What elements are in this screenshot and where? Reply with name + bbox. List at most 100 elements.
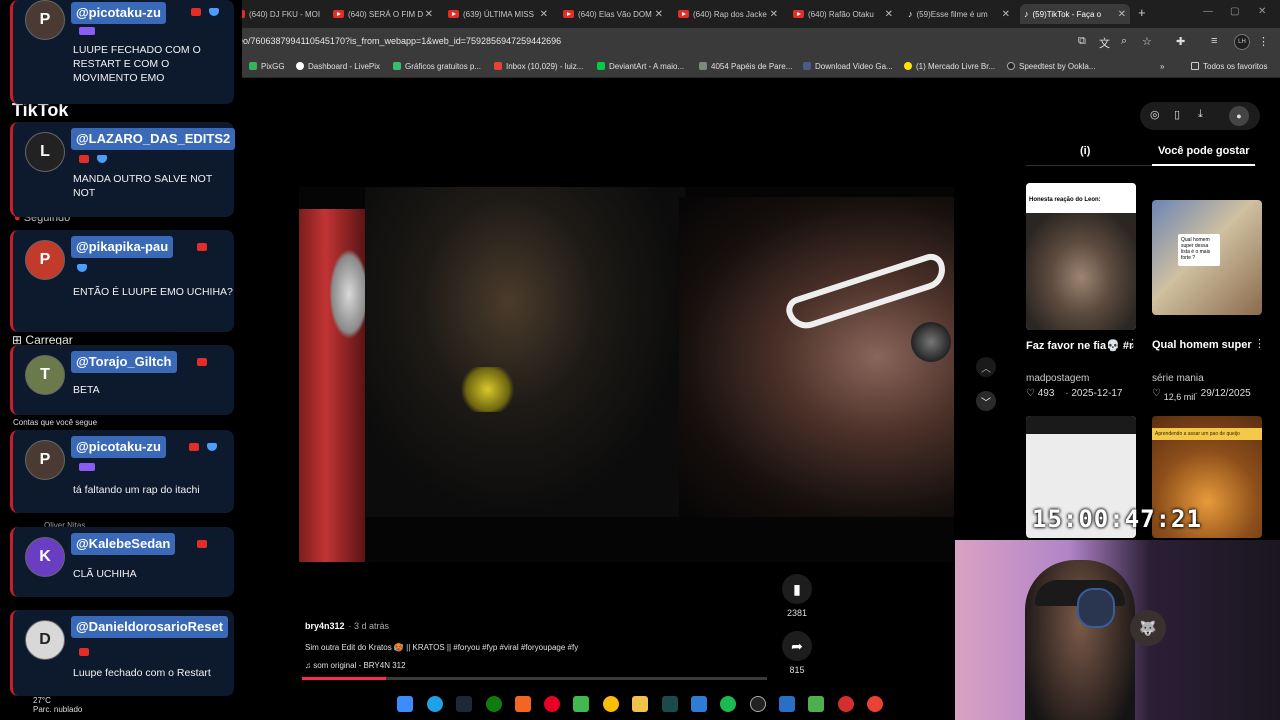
browser-tab[interactable]: (640) Rafão Otaku ✕ [793, 4, 893, 24]
bookmark-favicon [699, 62, 707, 70]
card-username[interactable]: série mania [1152, 373, 1204, 384]
app-icon[interactable] [515, 696, 531, 712]
card-title[interactable]: Faz favor ne fia💀 #residentevilme... [1026, 339, 1134, 352]
browser-tab[interactable]: (640) DJ FKU - MOI✕ [234, 4, 344, 24]
youtube-icon [333, 10, 344, 18]
video-author[interactable]: bry4n312 · 3 d atrás [305, 621, 389, 631]
xbox-icon[interactable] [486, 696, 502, 712]
bookmark-item[interactable]: Gráficos gratuitos p... [393, 62, 481, 71]
close-tab-icon[interactable]: ✕ [885, 9, 893, 20]
close-tab-icon[interactable]: ✕ [655, 9, 663, 20]
card-title[interactable]: Qual homem super dessa lista é o... [1152, 339, 1252, 351]
bookmarks-folder[interactable]: Todos os favoritos [1191, 62, 1267, 71]
video-progress-fill [302, 677, 386, 680]
deviantart-icon [597, 62, 605, 70]
browser-tab[interactable]: (640) SERÁ O FIM D ✕ [333, 4, 433, 24]
pinterest-icon[interactable] [544, 696, 560, 712]
browser-tab[interactable]: ♪ (59)Esse filme é um ✕ [908, 4, 1010, 24]
close-tab-icon[interactable]: ✕ [425, 9, 433, 20]
chat-username: @Torajo_Giltch [71, 351, 177, 373]
chat-text: BETA [73, 384, 100, 396]
obs-icon[interactable] [750, 696, 766, 712]
card-stats: ♡ 493 · 2025-12-17 [1026, 388, 1123, 399]
more-options-icon[interactable]: ⋮ [1254, 337, 1265, 350]
close-tab-icon[interactable]: ✕ [1118, 9, 1126, 20]
video-frame-middle [365, 187, 685, 517]
close-tab-icon[interactable]: ✕ [1002, 9, 1010, 20]
youtube-member-badge-icon [191, 8, 201, 16]
card-username[interactable]: madpostagem [1026, 373, 1089, 384]
browser-tab[interactable]: (640) Rap dos Jacke ✕ [678, 4, 778, 24]
more-options-icon[interactable]: ⋮ [1127, 337, 1138, 350]
bookmark-item[interactable]: Dashboard - LivePix [296, 62, 380, 71]
notepad-icon[interactable] [691, 696, 707, 712]
bookmark-item[interactable]: PixGG [249, 62, 285, 71]
bookmark-item[interactable]: Download Video Ga... [803, 62, 893, 71]
tiktok-icon: ♪ [1024, 9, 1029, 19]
chrome-icon[interactable] [603, 696, 619, 712]
youtube-member-badge-icon [197, 540, 207, 548]
close-tab-icon[interactable]: ✕ [770, 9, 778, 20]
profile-avatar[interactable]: LH [1234, 34, 1250, 50]
steam-icon[interactable] [456, 696, 472, 712]
recommended-thumbnail[interactable]: Honesta reação do Leon: [1026, 183, 1136, 330]
weather-widget[interactable]: 27°C Parc. nublado [33, 696, 82, 714]
recommended-thumbnail[interactable]: Qual homem super dessa lista é o mais fo… [1152, 200, 1262, 315]
chrome-icon[interactable] [867, 696, 883, 712]
download-icon[interactable]: ⤓ [1198, 108, 1203, 121]
previous-video-button[interactable]: ︿ [976, 357, 996, 377]
browser-tab-active[interactable]: ♪ (59)TikTok - Faça o ✕ [1020, 4, 1130, 24]
video-player[interactable] [299, 187, 954, 562]
windows-start-icon[interactable] [397, 696, 413, 712]
close-tab-icon[interactable]: ✕ [540, 9, 548, 20]
youtube-member-badge-icon [189, 443, 199, 451]
menu-icon[interactable]: ⋮ [1258, 35, 1269, 48]
bookmark-item[interactable]: Inbox (10,029) - luiz... [494, 62, 583, 71]
video-music[interactable]: ♫ som original - BRY4N 312 [305, 661, 406, 670]
moderator-shield-icon [207, 443, 217, 451]
media-controls-icon[interactable]: ≡ [1211, 35, 1217, 47]
edge-icon[interactable] [427, 696, 443, 712]
video-caption: Sim outra Edit do Kratos 🥵 || KRATOS || … [305, 643, 579, 652]
zoom-icon[interactable]: ⌕ [1121, 35, 1127, 48]
browser-tab[interactable]: (640) Elas Vão DOM ✕ [563, 4, 663, 24]
url-field[interactable]: deo/7606387994110545170?is_from_webapp=1… [233, 36, 561, 46]
youtube-icon [563, 10, 574, 18]
minimize-icon[interactable]: — [1203, 6, 1213, 17]
chevron-down-icon: ﹀ [981, 397, 991, 409]
extensions-icon[interactable]: ✚ [1176, 35, 1185, 48]
app-icon[interactable] [838, 696, 854, 712]
bookmark-favicon [249, 62, 257, 70]
video-progress-bar[interactable] [302, 677, 767, 680]
bookmarks-overflow-icon[interactable]: » [1160, 62, 1164, 71]
browser-tab[interactable]: (639) ÚLTIMA MISS ✕ [448, 4, 548, 24]
app-icon[interactable] [808, 696, 824, 712]
panel-toolbar: ◎ ▯ ⤓ ● [1140, 102, 1260, 130]
app-icon[interactable] [573, 696, 589, 712]
cast-icon[interactable]: ⧉ [1078, 35, 1086, 48]
tab-info[interactable]: (i) [1080, 145, 1090, 157]
moderator-shield-icon [209, 8, 219, 16]
bookmark-item[interactable]: (1) Mercado Livre Br... [904, 62, 995, 71]
file-explorer-icon[interactable] [632, 696, 648, 712]
tab-you-may-like[interactable]: Você pode gostar [1158, 145, 1249, 157]
user-avatar-icon[interactable]: ● [1229, 106, 1249, 126]
translate-icon[interactable]: 文 [1099, 35, 1110, 51]
compass-icon[interactable]: ◎ [1150, 108, 1160, 121]
spotify-icon[interactable] [720, 696, 736, 712]
maximize-icon[interactable]: ▢ [1230, 6, 1239, 17]
bookmark-item[interactable]: 4054 Papéis de Pare... [699, 62, 792, 71]
close-window-icon[interactable]: ✕ [1258, 6, 1266, 17]
next-video-button[interactable]: ﹀ [976, 391, 996, 411]
save-action[interactable]: ▮ 2381 [782, 574, 812, 618]
app-icon[interactable] [662, 696, 678, 712]
bookmark-icon[interactable]: ▮ [782, 574, 812, 604]
bookmark-item[interactable]: Speedtest by Ookla... [1007, 62, 1096, 71]
new-tab-button[interactable]: + [1138, 5, 1146, 20]
bookmark-item[interactable]: DeviantArt - A maio... [597, 62, 684, 71]
bookmark-star-icon[interactable]: ☆ [1142, 35, 1152, 48]
app-icon[interactable] [779, 696, 795, 712]
share-action[interactable]: ➦ 815 [782, 631, 812, 675]
share-icon[interactable]: ➦ [782, 631, 812, 661]
phone-icon[interactable]: ▯ [1174, 108, 1180, 121]
